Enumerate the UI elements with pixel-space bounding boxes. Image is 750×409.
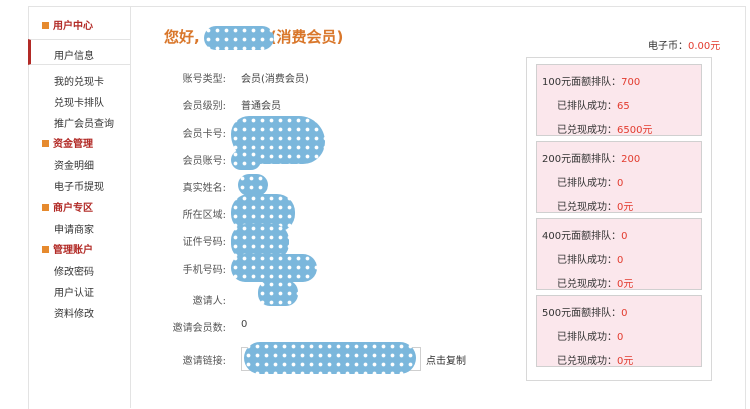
bullet-icon	[42, 140, 49, 147]
queued-label: 已排队成功：	[557, 255, 617, 266]
queue-card-queued: 已排队成功：65	[557, 97, 630, 112]
label-invite-link: 邀请链接:	[182, 356, 226, 367]
queued-label: 已排队成功：	[557, 332, 617, 343]
queue-card-cashed: 已兑现成功：6500元	[557, 121, 652, 136]
cashed-value: 0元	[617, 202, 634, 213]
redacted-phone	[231, 254, 317, 282]
nav-group-title: 资金管理	[53, 139, 93, 150]
label-region: 所在区域:	[182, 210, 226, 221]
label-id-number: 证件号码:	[182, 237, 226, 248]
cashed-label: 已兑现成功：	[557, 356, 617, 367]
cashed-label: 已兑现成功：	[557, 279, 617, 290]
ecoin-balance: 电子币：0.00元	[648, 37, 720, 52]
label-card-number: 会员卡号:	[182, 129, 226, 140]
redacted-real-name	[238, 174, 268, 196]
sidebar-item-edit-profile[interactable]: 资料修改	[54, 305, 94, 320]
card-title-label: 500元面额排队：	[542, 308, 622, 319]
sidebar-item-ecoin-withdraw[interactable]: 电子币提现	[54, 178, 104, 193]
value-member-level: 普通会员	[241, 101, 281, 112]
cashed-label: 已兑现成功：	[557, 202, 617, 213]
ecoin-label: 电子币：	[648, 41, 688, 52]
queue-card-title: 100元面额排队：700	[542, 73, 640, 88]
nav-group-merchant: 商户专区	[42, 199, 93, 214]
queued-label: 已排队成功：	[557, 178, 617, 189]
queue-card-title: 500元面额排队：0	[542, 304, 627, 319]
redacted-member-account	[231, 150, 261, 170]
nav-group-funds: 资金管理	[42, 135, 93, 150]
greeting-prefix: 您好,	[164, 28, 200, 46]
queued-value: 0	[617, 178, 624, 189]
cashed-value: 6500元	[617, 125, 653, 136]
sidebar-item-change-password[interactable]: 修改密码	[54, 263, 94, 278]
nav-group-user-center: 用户中心	[42, 17, 93, 32]
redacted-username	[204, 26, 274, 50]
sidebar-item-referral-query[interactable]: 推广会员查询	[54, 115, 114, 130]
sidebar-item-my-cards[interactable]: 我的兑现卡	[54, 73, 104, 88]
card-title-label: 400元面额排队：	[542, 231, 622, 242]
nav-group-account: 管理账户	[42, 241, 93, 256]
queue-card-title: 200元面额排队：200	[542, 150, 640, 165]
bullet-icon	[42, 204, 49, 211]
label-member-level: 会员级别:	[182, 101, 226, 112]
queue-card-queued: 已排队成功：0	[557, 328, 623, 343]
label-member-account: 会员账号:	[182, 156, 226, 167]
queued-value: 65	[617, 101, 630, 112]
sidebar-item-card-queue[interactable]: 兑现卡排队	[54, 94, 104, 109]
label-account-type: 账号类型:	[182, 74, 226, 85]
sidebar-item-fund-details[interactable]: 资金明细	[54, 157, 94, 172]
card-title-value: 700	[621, 77, 641, 88]
queue-card-cashed: 已兑现成功：0元	[557, 275, 633, 290]
sidebar: 用户中心 用户信息 我的兑现卡 兑现卡排队 推广会员查询 资金管理 资金明细 电…	[28, 6, 131, 408]
card-title-value: 0	[621, 231, 628, 242]
sidebar-item-user-verify[interactable]: 用户认证	[54, 284, 94, 299]
queue-card-queued: 已排队成功：0	[557, 174, 623, 189]
cashed-value: 0元	[617, 279, 634, 290]
label-phone: 手机号码:	[182, 265, 226, 276]
card-title-label: 200元面额排队：	[542, 154, 622, 165]
cashed-value: 0元	[617, 356, 634, 367]
nav-group-title: 商户专区	[53, 203, 93, 214]
queue-card-queued: 已排队成功：0	[557, 251, 623, 266]
redacted-invite-link	[244, 342, 416, 374]
queue-card-cashed: 已兑现成功：0元	[557, 198, 633, 213]
redacted-inviter	[258, 280, 298, 306]
cashed-label: 已兑现成功：	[557, 125, 617, 136]
copy-link-button[interactable]: 点击复制	[426, 352, 466, 367]
card-title-label: 100元面额排队：	[542, 77, 622, 88]
label-real-name: 真实姓名:	[182, 183, 226, 194]
bullet-icon	[42, 246, 49, 253]
nav-group-title: 用户中心	[53, 21, 93, 32]
label-inviter: 邀请人:	[192, 296, 226, 307]
greeting-member-type: (消费会员)	[269, 28, 344, 46]
nav-group-title: 管理账户	[53, 245, 93, 256]
queued-label: 已排队成功：	[557, 101, 617, 112]
card-title-value: 0	[621, 308, 628, 319]
value-invite-count: 0	[241, 319, 248, 330]
queue-card-cashed: 已兑现成功：0元	[557, 352, 633, 367]
label-invite-count: 邀请会员数:	[172, 323, 226, 334]
card-title-value: 200	[621, 154, 641, 165]
queue-card-title: 400元面额排队：0	[542, 227, 627, 242]
ecoin-value: 0.00元	[688, 41, 721, 52]
value-account-type: 会员(消费会员)	[241, 74, 309, 85]
sidebar-item-user-info[interactable]: 用户信息	[54, 47, 94, 62]
queued-value: 0	[617, 332, 624, 343]
queued-value: 0	[617, 255, 624, 266]
sidebar-item-apply-merchant[interactable]: 申请商家	[54, 221, 94, 236]
bullet-icon	[42, 22, 49, 29]
